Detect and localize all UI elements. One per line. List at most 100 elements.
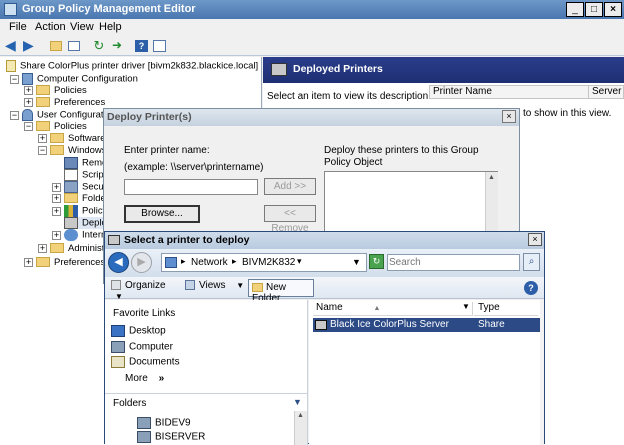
- views-button[interactable]: Views ▼: [185, 280, 247, 296]
- back-button[interactable]: ◀: [108, 252, 129, 273]
- close-button[interactable]: ×: [604, 2, 622, 17]
- views-icon: [185, 280, 195, 291]
- remote-install-icon: [64, 157, 78, 169]
- collapse-icon[interactable]: −: [24, 121, 33, 131]
- table-row[interactable]: Black Ice ColorPlus Server Share: [313, 318, 544, 332]
- folders-label: Folders: [113, 398, 147, 409]
- scroll-up-icon[interactable]: ▲: [297, 412, 304, 419]
- tree-item-computer-configuration[interactable]: − Computer Configuration: [10, 73, 138, 85]
- deployed-printers-header: Deployed Printers: [263, 57, 624, 83]
- export-list-icon[interactable]: ➜: [108, 37, 126, 54]
- breadcrumb-network[interactable]: Network: [191, 257, 228, 268]
- navigation-pane: Favorite Links Desktop Computer Document…: [105, 300, 308, 445]
- folder-item-biserver[interactable]: BISERVER: [137, 431, 205, 443]
- tree-item-deployed-printers[interactable]: Deplo: [64, 217, 107, 229]
- tree-item-folder-redirection[interactable]: + Folder: [52, 193, 109, 205]
- breadcrumb-separator-icon: ▸: [181, 256, 186, 266]
- search-icon[interactable]: ⌕: [523, 253, 540, 271]
- tree-item-windows[interactable]: − Windows: [38, 145, 107, 157]
- menu-view[interactable]: View: [70, 21, 94, 33]
- column-header-printer-name[interactable]: Printer Name: [429, 85, 589, 99]
- expand-icon[interactable]: +: [52, 206, 61, 216]
- folder-item-bidev9[interactable]: BIDEV9: [137, 417, 191, 429]
- expand-icon[interactable]: +: [38, 133, 47, 143]
- folders-header[interactable]: Folders ▼: [105, 393, 307, 411]
- chevron-down-icon[interactable]: ▼: [293, 397, 302, 407]
- computer-icon: [22, 73, 33, 85]
- list-scrollbar[interactable]: [540, 300, 544, 445]
- up-folder-icon[interactable]: [46, 37, 64, 54]
- expand-icon[interactable]: +: [52, 230, 61, 240]
- tree-item-scripts[interactable]: Script: [64, 169, 106, 181]
- nav-scrollbar[interactable]: ▲: [294, 411, 307, 445]
- expand-icon[interactable]: +: [24, 97, 33, 107]
- right-header-title: Deployed Printers: [293, 63, 383, 75]
- organize-button[interactable]: Organize ▼: [111, 280, 179, 301]
- column-dropdown-icon[interactable]: ▼: [462, 302, 470, 311]
- collapse-icon[interactable]: −: [38, 145, 47, 155]
- scroll-up-icon[interactable]: ▲: [488, 174, 495, 181]
- refresh-button[interactable]: ↻: [369, 254, 384, 269]
- tree-item-administrative-templates[interactable]: + Administra: [38, 243, 113, 255]
- expand-icon[interactable]: +: [24, 85, 33, 95]
- favorite-link-computer[interactable]: Computer: [111, 341, 173, 353]
- tree-item-remote[interactable]: Remo: [64, 157, 107, 169]
- remove-button[interactable]: << Remove: [264, 205, 316, 234]
- new-folder-icon: [252, 282, 263, 292]
- menu-help[interactable]: Help: [99, 21, 122, 33]
- back-arrow-icon[interactable]: ◀: [4, 37, 22, 54]
- tree-item-preferences[interactable]: + Preferences: [24, 97, 105, 109]
- column-header-name[interactable]: Name ▲ ▼: [313, 302, 473, 316]
- column-header-type[interactable]: Type: [474, 302, 538, 316]
- deploy-dialog-close-button[interactable]: ×: [502, 110, 516, 123]
- search-input[interactable]: [389, 256, 517, 269]
- select-dialog-close-button[interactable]: ×: [528, 233, 542, 246]
- dropdown-arrow-icon: ▼: [236, 281, 245, 290]
- help-icon[interactable]: ?: [524, 281, 538, 295]
- help-icon[interactable]: ?: [132, 37, 150, 54]
- expand-icon[interactable]: +: [52, 182, 61, 192]
- breadcrumb-separator-icon: ▸: [232, 256, 237, 266]
- command-bar: Organize ▼ Views ▼ New Folder ?: [105, 277, 544, 304]
- favorite-link-desktop[interactable]: Desktop: [111, 325, 166, 337]
- browse-button[interactable]: Browse...: [124, 205, 200, 223]
- refresh-icon[interactable]: ↻: [90, 37, 108, 54]
- collapse-icon[interactable]: −: [10, 110, 19, 120]
- breadcrumb-chevron-icon[interactable]: ▾: [297, 256, 302, 267]
- properties-icon[interactable]: [150, 37, 168, 54]
- expand-icon[interactable]: +: [24, 257, 33, 267]
- tree-item-user-configuration[interactable]: − User Configuration: [10, 109, 116, 121]
- minimize-button[interactable]: _: [566, 2, 584, 17]
- breadcrumb-server[interactable]: BIVM2K832: [242, 257, 295, 268]
- show-hide-tree-icon[interactable]: [64, 37, 82, 54]
- tree-item-policies[interactable]: + Policies: [24, 85, 87, 97]
- favorite-link-documents[interactable]: Documents: [111, 356, 180, 368]
- address-breadcrumb[interactable]: ▸ Network ▸ BIVM2K832 ▾ ▼: [161, 253, 367, 272]
- menu-action[interactable]: Action: [35, 21, 66, 33]
- tree-root[interactable]: Share ColorPlus printer driver [bivm2k83…: [6, 60, 261, 72]
- menu-file[interactable]: File: [9, 21, 27, 33]
- expand-icon[interactable]: +: [38, 243, 47, 253]
- column-header-server[interactable]: Server N: [588, 85, 624, 99]
- new-folder-button[interactable]: New Folder: [248, 279, 314, 304]
- collapse-icon[interactable]: −: [10, 74, 19, 84]
- forward-arrow-icon[interactable]: ▶: [22, 37, 40, 54]
- maximize-button[interactable]: □: [585, 2, 603, 17]
- forward-button[interactable]: ▶: [131, 252, 152, 273]
- tree-item-internet-explorer[interactable]: + Intern: [52, 229, 106, 241]
- printer-name-input[interactable]: [124, 179, 258, 195]
- more-links[interactable]: More »: [125, 373, 164, 384]
- tree-item-software[interactable]: + Software: [38, 133, 106, 145]
- computer-icon: [111, 341, 125, 353]
- tree-item-security[interactable]: + Secur: [52, 181, 107, 193]
- search-box[interactable]: [387, 254, 520, 271]
- gpo-icon: [6, 60, 16, 72]
- tree-item-policies[interactable]: − Policies: [24, 121, 87, 133]
- double-chevron-icon: »: [158, 373, 165, 384]
- expand-icon[interactable]: +: [52, 193, 61, 203]
- tree-item-preferences[interactable]: + Preferences: [24, 257, 105, 269]
- address-dropdown-icon[interactable]: ▼: [352, 257, 361, 267]
- add-button[interactable]: Add >>: [264, 178, 316, 195]
- printer-icon: [64, 217, 78, 229]
- tree-item-policy-based-qos[interactable]: + Policy: [52, 205, 107, 217]
